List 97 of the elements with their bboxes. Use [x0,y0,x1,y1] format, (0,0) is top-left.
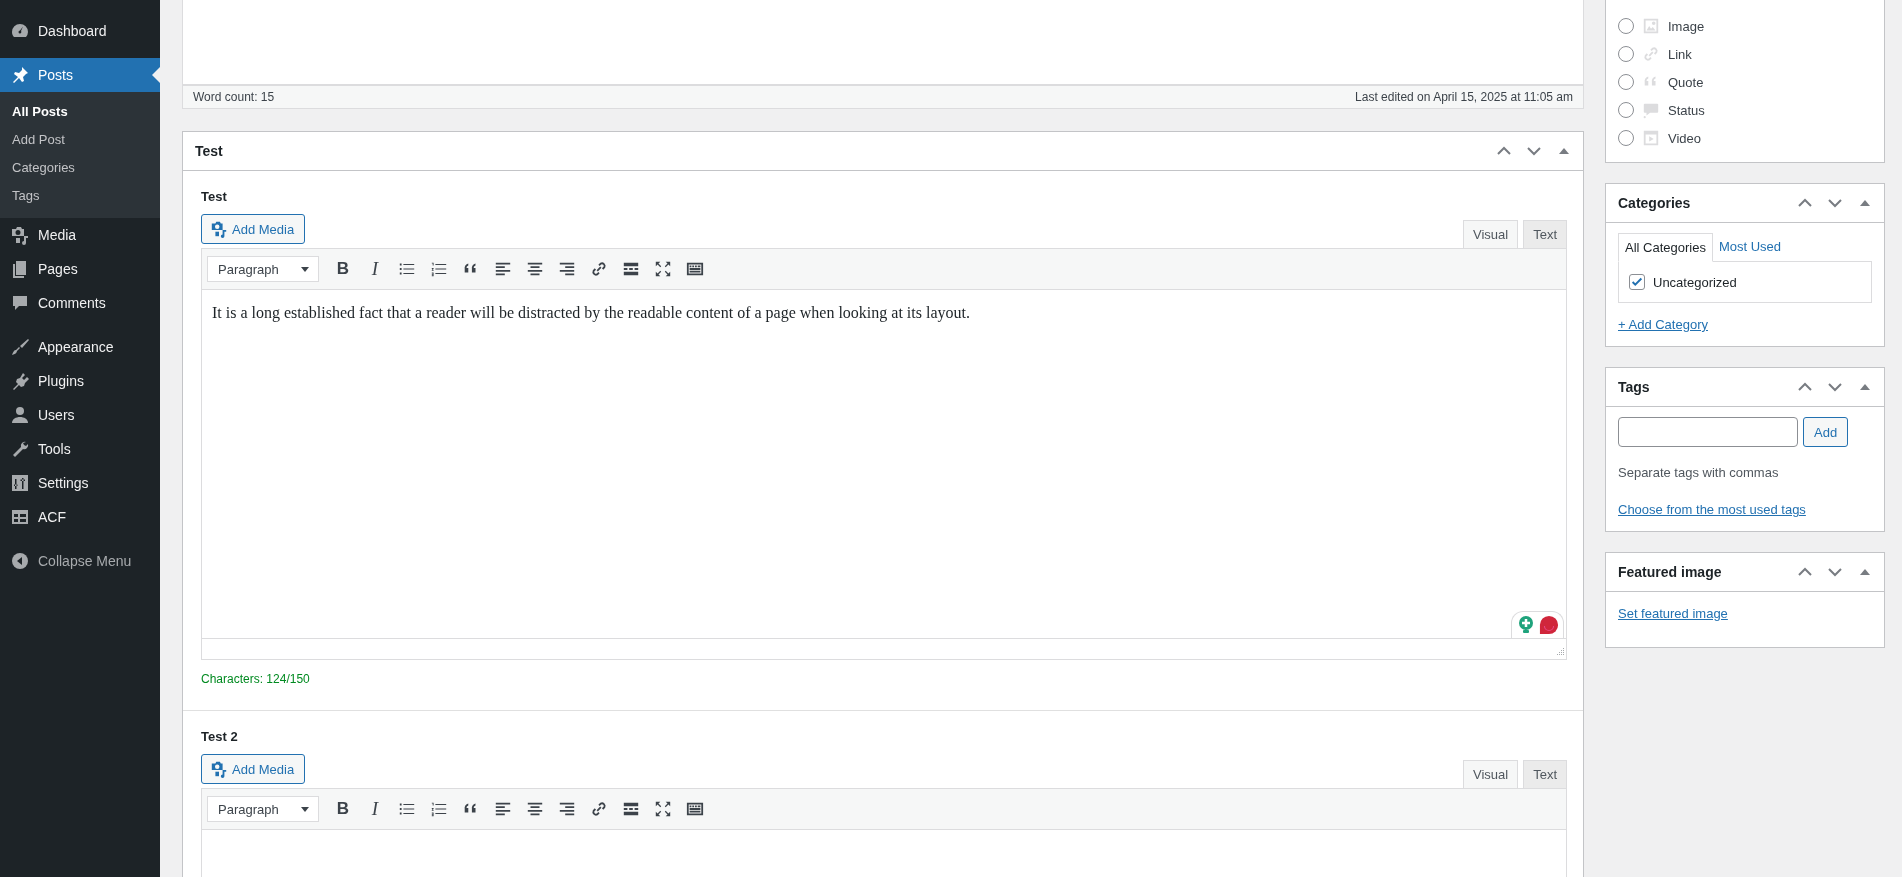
sidebar-item[interactable]: Settings [0,466,160,500]
editor-tab[interactable]: Text [1523,760,1567,788]
camera-music-icon [210,760,228,778]
resize-handle-icon[interactable] [1554,647,1564,657]
submenu-item[interactable]: Categories [0,154,160,182]
align-right-icon [558,260,576,278]
smile-badge-icon [1539,615,1559,635]
align-left-icon [494,260,512,278]
radio-button[interactable] [1618,18,1634,34]
fullscreen-icon [654,800,672,818]
format-label: Link [1668,46,1692,62]
field-label: Test 2 [201,729,239,744]
sidebar-item[interactable]: Pages [0,252,160,286]
sidebar-item[interactable]: Users [0,398,160,432]
brush-icon [10,337,30,357]
panel-title: Categories [1618,195,1691,211]
tags-hint-text: Separate tags with commas [1618,465,1780,480]
bold-button[interactable]: B [329,795,357,823]
picture-icon [1642,17,1660,35]
category-tab[interactable]: All Categories [1618,233,1713,262]
writing-assistant-widget[interactable] [1511,611,1564,638]
editor-text: It is a long established fact that a reader will be distracted by the readable content of a page when looking at its layout. [212,304,971,322]
set-featured-image-link[interactable]: Set featured image [1618,606,1728,621]
bold-button[interactable]: B [329,255,357,283]
submenu-item[interactable]: Add Post [0,126,160,154]
format-label: Quote [1668,74,1704,90]
current-pointer-icon [152,67,160,83]
radio-button[interactable] [1618,74,1634,90]
numbered-list-icon [430,800,448,818]
tag-input-field[interactable] [1618,417,1798,447]
camera-music-icon [210,220,228,238]
add-media-button[interactable]: Add Media [201,214,306,244]
radio-button[interactable] [1618,102,1634,118]
editor-tab[interactable]: Text [1523,220,1567,248]
radio-button[interactable] [1618,130,1634,146]
read-more-icon [622,800,640,818]
read-more-icon [622,260,640,278]
sidebar-item[interactable]: Plugins [0,364,160,398]
link-icon [1642,45,1660,63]
category-label: Uncategorized [1653,274,1737,290]
align-right-icon [558,800,576,818]
sliders-icon [10,473,30,493]
format-label: Video [1668,130,1701,146]
editor-tab[interactable]: Visual [1462,760,1519,788]
most-used-tags-link[interactable]: Choose from the most used tags [1618,502,1806,517]
metabox-title: Test [195,143,223,159]
collapse-menu-button[interactable]: Collapse Menu [0,544,160,578]
last-edited-text: Last edited on April 15, 2025 at 11:05 am [1355,90,1573,104]
sidebar-item[interactable]: Appearance [0,330,160,364]
character-count: Characters: 124/150 [201,672,311,686]
align-left-icon [494,800,512,818]
table-icon [10,507,30,527]
keyboard-icon [686,260,704,278]
format-label: Status [1668,102,1705,118]
comment-icon [10,293,30,313]
fullscreen-icon [654,260,672,278]
italic-button[interactable]: I [361,255,389,283]
camera-music-icon [10,225,30,245]
category-tab[interactable]: Most Used [1712,233,1788,261]
format-dropdown[interactable]: Paragraph [207,796,319,822]
panel-title: Tags [1618,379,1650,395]
checkmark-icon [1630,275,1644,289]
field-label: Test [201,189,228,204]
link-icon [590,260,608,278]
align-center-icon [526,260,544,278]
add-tag-button[interactable]: Add [1803,417,1849,447]
align-center-icon [526,800,544,818]
user-icon [10,405,30,425]
submenu-item[interactable]: Tags [0,182,160,210]
panel-title: Featured image [1618,564,1722,580]
sidebar-item[interactable]: Comments [0,286,160,320]
radio-button[interactable] [1618,46,1634,62]
submenu-item[interactable]: All Posts [0,98,160,126]
sidebar-item[interactable]: Dashboard [0,14,160,48]
add-category-link[interactable]: + Add Category [1618,317,1708,332]
dropdown-arrow-icon [300,264,310,274]
format-dropdown[interactable]: Paragraph [207,256,319,282]
editor-tab[interactable]: Visual [1462,220,1519,248]
link-icon [590,800,608,818]
sidebar-item[interactable]: Posts [0,58,160,92]
sidebar-item[interactable]: Media [0,218,160,252]
collapse-icon [10,551,30,571]
video-icon [1642,129,1660,147]
add-media-button[interactable]: Add Media [201,754,306,784]
checkbox[interactable] [1629,274,1645,290]
word-count: Word count: 15 [193,90,275,104]
lightbulb-icon [1516,615,1536,635]
text-editor[interactable]: Paragraph B I It is a long established fact that a reader will be distracted by the readable content of a page when looking at its layout. [201,248,1567,660]
numbered-list-icon [430,260,448,278]
italic-button[interactable]: I [361,795,389,823]
dropdown-arrow-icon [300,804,310,814]
keyboard-icon [686,800,704,818]
text-editor[interactable]: Paragraph B I [201,788,1567,877]
sidebar-item[interactable]: Tools [0,432,160,466]
format-label: Image [1668,18,1705,34]
sidebar-item[interactable]: ACF [0,500,160,534]
speech-bubble-icon [1642,101,1660,119]
